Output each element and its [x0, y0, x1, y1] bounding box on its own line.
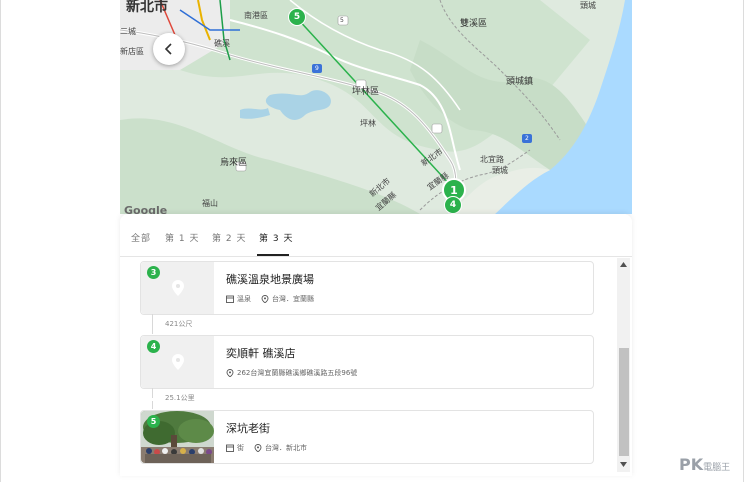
tab-all[interactable]: 全部	[131, 231, 151, 244]
place-number-badge: 4	[147, 340, 160, 353]
map-marker-5[interactable]: 5	[288, 8, 306, 26]
map-label-fushan: 福山	[202, 199, 218, 208]
place-meta: 溫泉 台灣．宜蘭縣	[226, 294, 314, 304]
place-address: 262台灣宜蘭縣礁溪鄉礁溪路五段96號	[237, 369, 358, 377]
route-connector	[152, 326, 153, 334]
place-number-badge: 5	[147, 415, 160, 428]
left-border	[0, 0, 1, 482]
location-pin-icon	[261, 295, 269, 303]
watermark: PK電腦王	[679, 455, 730, 474]
page: 新北市 坪林區 雙溪區 頭城鎮 烏來區 新北市 宜蘭縣 新北市 宜蘭縣 頭城 新…	[0, 0, 744, 482]
scroll-down-arrow-icon[interactable]	[619, 460, 628, 469]
watermark-main: PK	[679, 455, 704, 474]
place-name: 礁溪溫泉地景廣場	[226, 273, 314, 286]
place-card[interactable]: 4 奕順軒 礁溪店 262台灣宜蘭縣礁溪鄉礁溪路五段96號	[140, 335, 594, 389]
place-category: 溫泉	[237, 295, 251, 303]
placeholder-pin-icon	[172, 280, 184, 296]
place-number-badge: 3	[147, 266, 160, 279]
map-label-wulai: 烏來區	[220, 158, 248, 168]
route-connector	[152, 314, 153, 326]
place-location: 台灣．宜蘭縣	[272, 295, 314, 303]
map-marker-4[interactable]: 4	[444, 196, 462, 214]
map-label-toucheng: 頭城鎮	[506, 77, 534, 87]
day-tabs: 全部 第 1 天 第 2 天 第 3 天	[120, 214, 632, 257]
map-label-shuangxi: 雙溪區	[460, 19, 488, 29]
tab-day-2[interactable]: 第 2 天	[212, 231, 246, 244]
map-label-pinglin-small: 坪林	[360, 119, 376, 128]
itinerary-panel: 全部 第 1 天 第 2 天 第 3 天 3 礁溪溫泉地景廣場 溫泉 台灣．宜蘭…	[120, 214, 632, 476]
place-photo: 5	[141, 411, 214, 463]
route-shield-9: 9	[315, 65, 319, 72]
tab-day-1[interactable]: 第 1 天	[165, 231, 199, 244]
map-label-pinglin: 坪林區	[352, 87, 380, 97]
tab-day-3[interactable]: 第 3 天	[259, 231, 293, 244]
map-label-new-taipei: 新北市	[126, 0, 168, 15]
place-card[interactable]: 5 深坑老街 街 台灣．新北市	[140, 410, 594, 464]
scroll-up-arrow-icon[interactable]	[619, 260, 628, 269]
map-label-jiaoxi: 頭城	[492, 166, 508, 175]
map-label-mujia: 頭城	[580, 1, 596, 10]
google-logo: Google	[124, 204, 168, 214]
category-icon	[226, 444, 234, 452]
place-thumbnail: 3	[141, 262, 214, 314]
map-label-nangang: 南港區	[244, 11, 268, 20]
place-name: 深坑老街	[226, 422, 270, 435]
location-pin-icon	[254, 444, 262, 452]
back-button[interactable]	[153, 33, 185, 65]
route-connector	[152, 388, 153, 398]
placeholder-pin-icon	[172, 354, 184, 370]
map-view[interactable]: 新北市 坪林區 雙溪區 頭城鎮 烏來區 新北市 宜蘭縣 新北市 宜蘭縣 頭城 新…	[120, 0, 632, 214]
map-label-ercheng: 二城	[120, 27, 136, 36]
chevron-left-icon	[164, 43, 172, 55]
category-icon	[226, 295, 234, 303]
place-location: 台灣．新北市	[265, 444, 307, 452]
watermark-sub: 電腦王	[703, 463, 731, 473]
place-meta: 262台灣宜蘭縣礁溪鄉礁溪路五段96號	[226, 368, 357, 378]
map-label-xindian: 新店區	[120, 47, 144, 56]
map-label-beishi: 北宜路	[480, 155, 504, 164]
route-shield-2: 2	[525, 135, 529, 142]
place-thumbnail: 4	[141, 336, 214, 388]
distance-label: 421公尺	[165, 320, 193, 328]
map-label-liyuan: 礁溪	[214, 39, 230, 48]
location-pin-icon	[226, 369, 234, 377]
place-meta: 街 台灣．新北市	[226, 443, 307, 453]
route-connector	[152, 401, 153, 409]
place-card[interactable]: 3 礁溪溫泉地景廣場 溫泉 台灣．宜蘭縣	[140, 261, 594, 315]
place-list[interactable]: 3 礁溪溫泉地景廣場 溫泉 台灣．宜蘭縣 421公尺 4 奕順軒 礁溪店 262…	[120, 256, 632, 476]
place-category: 街	[237, 444, 244, 452]
route-shield-5: 5	[340, 17, 344, 24]
scrollbar-thumb[interactable]	[619, 348, 629, 456]
distance-label: 25.1公里	[165, 394, 195, 402]
place-name: 奕順軒 礁溪店	[226, 347, 296, 360]
